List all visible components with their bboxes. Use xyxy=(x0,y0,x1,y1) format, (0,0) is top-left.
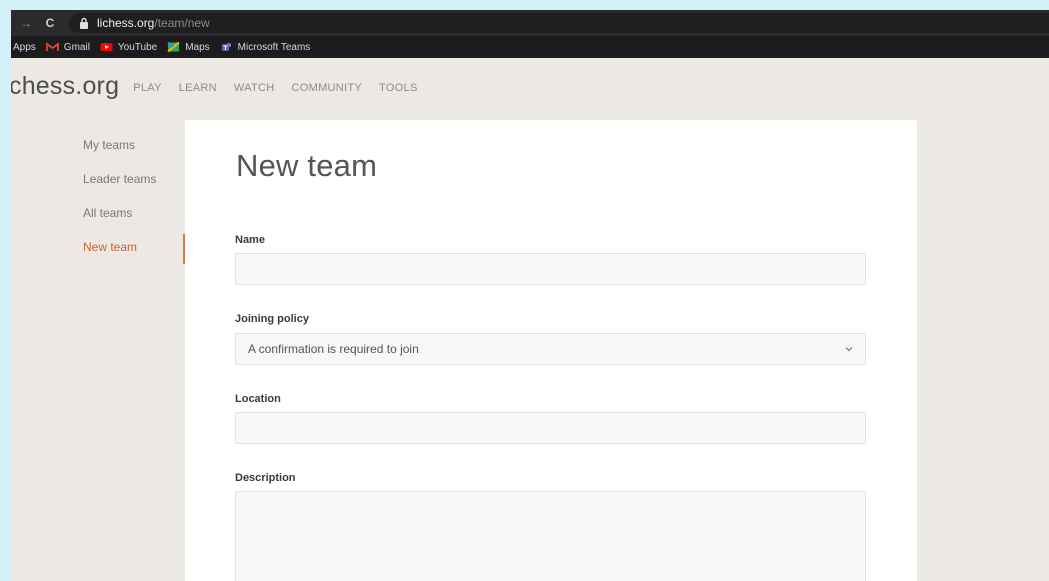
joining-policy-value: A confirmation is required to join xyxy=(248,342,419,356)
maps-icon xyxy=(167,42,180,52)
bookmark-youtube[interactable]: YouTube xyxy=(100,42,157,53)
location-input[interactable] xyxy=(235,412,866,444)
nav-play[interactable]: PLAY xyxy=(133,82,162,94)
url-field[interactable]: lichess.org/team/new xyxy=(69,13,1049,33)
side-item-my-teams[interactable]: My teams xyxy=(73,128,185,162)
name-input[interactable] xyxy=(235,253,866,285)
bookmark-gmail[interactable]: Gmail xyxy=(45,41,90,53)
url-host: lichess.org xyxy=(97,16,155,30)
top-nav: PLAY LEARN WATCH COMMUNITY TOOLS xyxy=(133,82,434,94)
teams-icon xyxy=(221,43,231,51)
description-label: Description xyxy=(235,472,296,484)
bookmark-apps[interactable]: Apps xyxy=(13,42,36,53)
site-header: chess.org PLAY LEARN WATCH COMMUNITY TOO… xyxy=(11,58,1049,114)
screenshot: → C lichess.org/team/new Apps Gmail YouT xyxy=(11,10,1049,581)
browser-address-bar: → C lichess.org/team/new xyxy=(11,10,1049,36)
nav-tools[interactable]: TOOLS xyxy=(379,82,418,94)
nav-learn[interactable]: LEARN xyxy=(179,82,217,94)
chevron-down-icon xyxy=(845,347,853,352)
nav-watch[interactable]: WATCH xyxy=(234,82,275,94)
lock-icon xyxy=(80,17,88,29)
side-item-leader-teams[interactable]: Leader teams xyxy=(73,162,185,196)
url-path: /team/new xyxy=(154,16,210,30)
bookmark-maps[interactable]: Maps xyxy=(167,41,210,53)
youtube-icon xyxy=(100,43,113,51)
bookmark-label: Maps xyxy=(185,41,210,53)
name-label: Name xyxy=(235,234,265,246)
bookmark-label: Apps xyxy=(13,41,36,53)
description-textarea[interactable] xyxy=(235,491,866,581)
gmail-icon xyxy=(45,42,59,51)
side-item-new-team[interactable]: New team xyxy=(73,230,185,264)
bookmark-label: Gmail xyxy=(63,41,90,53)
forward-arrow-icon[interactable]: → xyxy=(19,16,33,30)
bookmark-microsoft-teams[interactable]: Microsoft Teams xyxy=(220,41,311,53)
reload-icon[interactable]: C xyxy=(43,16,57,30)
nav-community[interactable]: COMMUNITY xyxy=(292,82,363,94)
location-label: Location xyxy=(235,393,281,405)
new-team-form-card: New team Name Joining policy A confirmat… xyxy=(185,120,917,581)
joining-policy-select[interactable]: A confirmation is required to join xyxy=(235,333,866,365)
team-side-menu: My teams Leader teams All teams New team xyxy=(73,128,185,264)
bookmarks-bar: Apps Gmail YouTube Maps Microsoft Teams xyxy=(11,36,1049,58)
bookmark-label: Microsoft Teams xyxy=(237,41,311,53)
bookmark-label: YouTube xyxy=(117,41,158,53)
site-logo[interactable]: chess.org xyxy=(11,72,119,101)
joining-policy-label: Joining policy xyxy=(235,313,309,325)
page-title: New team xyxy=(236,148,378,183)
side-item-all-teams[interactable]: All teams xyxy=(73,196,185,230)
